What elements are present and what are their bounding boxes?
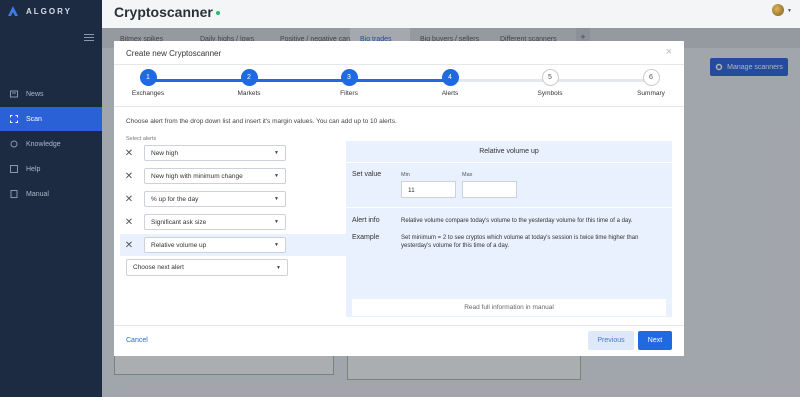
cancel-button[interactable]: Cancel [126, 337, 148, 344]
alert-row: ✕ New high with minimum change ▼ [120, 165, 346, 187]
previous-button[interactable]: Previous [588, 331, 634, 350]
instruction-text: Choose alert from the drop down list and… [126, 118, 397, 125]
alert-row-selected[interactable]: ✕ Relative volume up ▼ [120, 234, 346, 256]
step-number: 6 [642, 69, 660, 86]
logo-text: ALGORY [26, 6, 72, 16]
next-button[interactable]: Next [638, 331, 672, 350]
alert-detail-panel: Relative volume up Set value Min Max 11 … [346, 141, 672, 317]
step-summary[interactable]: 6 Summary [616, 69, 686, 97]
chevron-down-icon: ▼ [274, 196, 279, 202]
step-label: Exchanges [131, 90, 165, 97]
step-label: Markets [237, 90, 261, 97]
step-label: Symbols [537, 90, 563, 97]
progress-line-done [148, 79, 450, 82]
step-number: 3 [340, 69, 358, 86]
alert-detail-title: Relative volume up [346, 141, 672, 163]
chevron-down-icon: ▼ [274, 219, 279, 225]
min-label: Min [401, 172, 410, 178]
step-symbols[interactable]: 5 Symbols [515, 69, 585, 97]
modal-title: Create new Cryptoscanner [126, 49, 222, 58]
max-label: Max [462, 172, 473, 178]
manual-icon [10, 190, 18, 198]
help-icon [10, 165, 18, 173]
sidebar-item-help[interactable]: Help [0, 157, 102, 181]
alert-row: ✕ % up for the day ▼ [120, 188, 346, 210]
create-scanner-modal: Create new Cryptoscanner × 1 Exchanges 2… [114, 41, 684, 356]
divider [346, 207, 672, 208]
alert-select[interactable]: % up for the day ▼ [144, 191, 286, 207]
step-number: 1 [139, 69, 157, 86]
page-title: Cryptoscanner [114, 4, 220, 20]
set-value-label: Set value [352, 171, 382, 178]
sidebar: ALGORY News Scan Knowledge Help Manual [0, 0, 102, 397]
step-markets[interactable]: 2 Markets [214, 69, 284, 97]
alert-select-value: New high [151, 149, 179, 157]
sidebar-item-label: Manual [26, 190, 49, 198]
min-input[interactable]: 11 [401, 181, 456, 198]
example-label: Example [352, 234, 380, 241]
alert-row: ✕ Significant ask size ▼ [120, 211, 346, 233]
alert-select[interactable]: Significant ask size ▼ [144, 214, 286, 230]
sidebar-item-label: Knowledge [26, 140, 61, 148]
logo[interactable]: ALGORY [6, 4, 72, 18]
knowledge-icon [10, 140, 18, 148]
close-icon[interactable]: ✕ [120, 194, 138, 205]
alert-info-label: Alert info [352, 217, 380, 224]
step-label: Alerts [441, 90, 459, 97]
example-text: Set minimum = 2 to see cryptos which vol… [401, 235, 639, 249]
chevron-down-icon: ▼ [274, 242, 279, 248]
sidebar-item-manual[interactable]: Manual [0, 182, 102, 206]
sidebar-item-knowledge[interactable]: Knowledge [0, 132, 102, 156]
step-exchanges[interactable]: 1 Exchanges [113, 69, 183, 97]
step-number: 4 [441, 69, 459, 86]
sidebar-item-scan[interactable]: Scan [0, 107, 102, 131]
alert-select-value: Relative volume up [151, 241, 207, 249]
avatar[interactable] [772, 4, 784, 16]
chevron-down-icon: ▼ [274, 150, 279, 156]
alert-select[interactable]: New high with minimum change ▼ [144, 168, 286, 184]
collapse-sidebar-icon[interactable] [84, 34, 94, 42]
step-filters[interactable]: 3 Filters [314, 69, 384, 97]
alert-select-value: New high with minimum change [151, 172, 243, 180]
close-icon[interactable]: ✕ [120, 240, 138, 251]
algory-logo-icon [8, 6, 18, 16]
next-alert-placeholder: Choose next alert [133, 264, 184, 271]
alert-select-value: Significant ask size [151, 218, 207, 226]
scan-icon [10, 115, 18, 123]
chevron-down-icon: ▼ [274, 173, 279, 179]
sidebar-item-label: Scan [26, 115, 42, 123]
step-alerts[interactable]: 4 Alerts [415, 69, 485, 97]
close-icon[interactable]: × [666, 46, 672, 58]
step-label: Summary [637, 90, 665, 97]
divider [114, 325, 684, 326]
alert-select-value: % up for the day [151, 195, 199, 203]
alert-row: ✕ New high ▼ [120, 142, 346, 164]
chevron-down-icon[interactable]: ▼ [787, 8, 792, 14]
topbar: Cryptoscanner ▼ [102, 0, 800, 28]
max-input[interactable] [462, 181, 517, 198]
read-manual-button[interactable]: Read full information in manual [352, 299, 666, 316]
step-label: Filters [340, 90, 358, 97]
chevron-down-icon: ▼ [276, 264, 281, 271]
alert-select[interactable]: Relative volume up ▼ [144, 237, 286, 253]
news-icon [10, 90, 18, 98]
modal-header: Create new Cryptoscanner × [114, 41, 684, 65]
sidebar-item-news[interactable]: News [0, 82, 102, 106]
close-icon[interactable]: ✕ [120, 148, 138, 159]
alert-info-text: Relative volume compare today's volume t… [401, 218, 633, 224]
sidebar-item-label: News [26, 90, 44, 98]
close-icon[interactable]: ✕ [120, 217, 138, 228]
status-dot [215, 11, 220, 16]
close-icon[interactable]: ✕ [120, 171, 138, 182]
wizard-stepper: 1 Exchanges 2 Markets 3 Filters 4 Alerts… [114, 65, 684, 107]
alert-select[interactable]: New high ▼ [144, 145, 286, 161]
sidebar-item-label: Help [26, 165, 41, 173]
step-number: 5 [541, 69, 559, 86]
step-number: 2 [240, 69, 258, 86]
next-alert-select[interactable]: Choose next alert ▼ [126, 259, 288, 276]
